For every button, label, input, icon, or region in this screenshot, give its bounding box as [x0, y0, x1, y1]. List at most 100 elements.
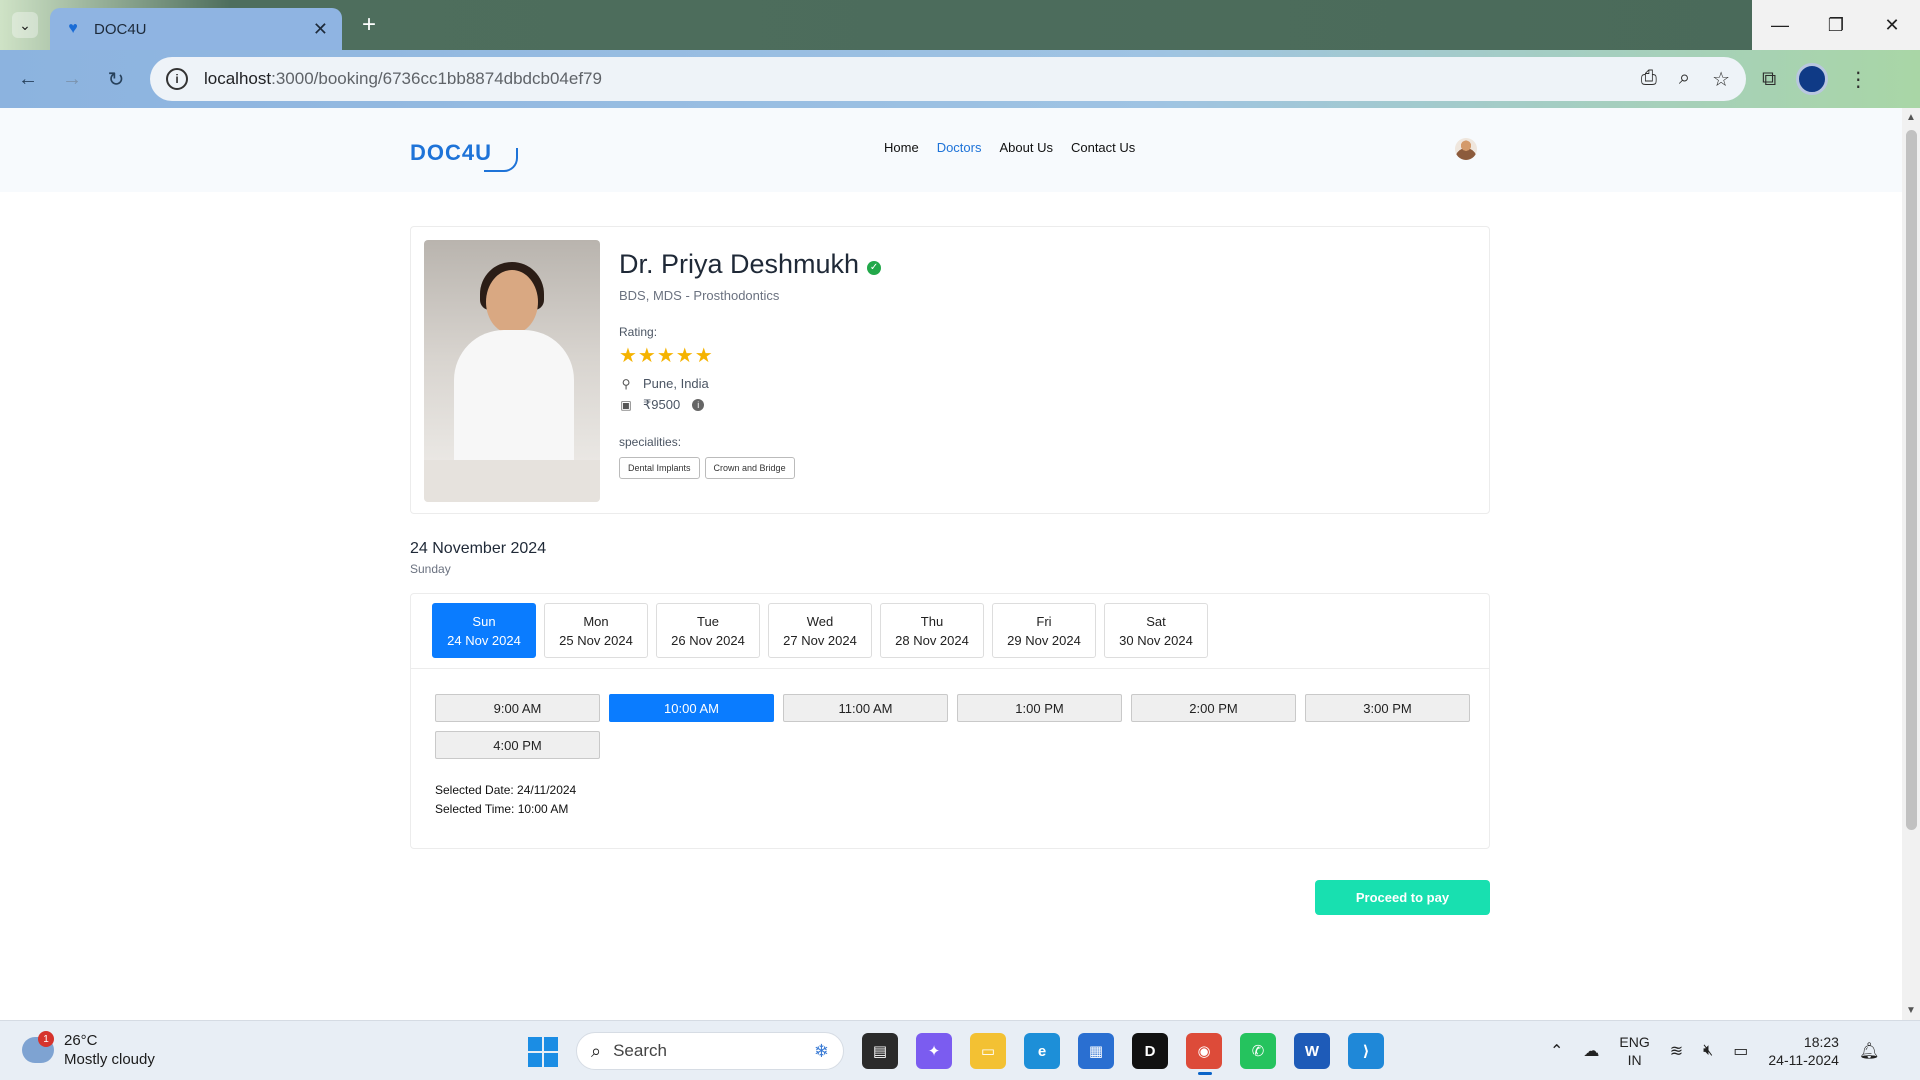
- store-icon[interactable]: ▦: [1078, 1033, 1114, 1069]
- selected-date-heading: 24 November 2024: [410, 540, 547, 557]
- day-option[interactable]: Tue 26 Nov 2024: [656, 603, 760, 658]
- notifications-bell-icon[interactable]: 🔔︎: [1859, 1041, 1879, 1061]
- day-name: Mon: [583, 613, 609, 629]
- dell-icon[interactable]: D: [1132, 1033, 1168, 1069]
- search-icon: ⌕: [591, 1040, 602, 1061]
- nav-link-about[interactable]: About Us: [999, 140, 1052, 155]
- browser-tab[interactable]: ♥ DOC4U ✕: [50, 8, 342, 50]
- bookmark-star-icon[interactable]: ☆: [1712, 67, 1730, 92]
- time-slot-button[interactable]: 9:00 AM: [435, 694, 600, 722]
- profile-avatar[interactable]: [1796, 63, 1829, 95]
- day-name: Sun: [472, 613, 496, 629]
- speciality-chip: Crown and Bridge: [704, 457, 795, 479]
- chrome-icon[interactable]: ◉: [1186, 1033, 1222, 1075]
- site-navbar: DOC4U Home Doctors About Us Contact Us: [0, 108, 1902, 192]
- language-indicator[interactable]: ENG IN: [1619, 1033, 1649, 1069]
- doc4u-logo[interactable]: DOC4U: [410, 134, 519, 172]
- scroll-down-icon[interactable]: ▼: [1906, 1005, 1916, 1016]
- selected-date-text: Selected Date: 24/11/2024: [435, 783, 577, 797]
- nav-link-contact[interactable]: Contact Us: [1071, 140, 1135, 155]
- back-arrow-icon[interactable]: ←: [14, 65, 42, 93]
- windows-taskbar: 1 26°C Mostly cloudy ⌕ Search ❄ ▤ ✦ ▭ e …: [0, 1020, 1920, 1080]
- time-slot-button[interactable]: 4:00 PM: [435, 731, 600, 759]
- more-menu-icon[interactable]: ⋮: [1848, 67, 1868, 92]
- verified-check-icon: ✓: [867, 260, 882, 275]
- proceed-to-pay-button[interactable]: Proceed to pay: [1315, 880, 1490, 915]
- browser-tab-strip: ⌄ ♥ DOC4U ✕ + — ❐ ✕: [0, 0, 1920, 50]
- tab-close-icon[interactable]: ✕: [313, 19, 328, 40]
- day-option[interactable]: Fri 29 Nov 2024: [992, 603, 1096, 658]
- chevron-up-icon[interactable]: ⌃: [1550, 1041, 1563, 1061]
- clock-time: 18:23: [1803, 1034, 1839, 1050]
- rating-label: Rating:: [619, 325, 658, 339]
- onedrive-cloud-icon[interactable]: ☁: [1583, 1041, 1599, 1061]
- day-selector: Sun 24 Nov 2024 Mon 25 Nov 2024 Tue 26 Nov 20…: [432, 603, 1208, 658]
- nav-link-home[interactable]: Home: [884, 140, 919, 155]
- wifi-icon[interactable]: ≋: [1670, 1041, 1683, 1061]
- rating-stars: ★★★★★: [619, 345, 714, 367]
- doctor-name: Dr. Priya Deshmukh: [619, 249, 860, 279]
- fee-row: ▣ ₹9500 i: [619, 397, 881, 413]
- weather-desc: Mostly cloudy: [64, 1051, 155, 1068]
- url-host: localhost: [204, 69, 272, 88]
- task-view-icon[interactable]: ▤: [862, 1033, 898, 1069]
- taskbar-search[interactable]: ⌕ Search ❄: [576, 1032, 844, 1070]
- page-scrollbar[interactable]: ▲ ▼: [1902, 108, 1920, 1020]
- copilot-icon[interactable]: ✦: [916, 1033, 952, 1069]
- time-slot-button[interactable]: 10:00 AM: [609, 694, 774, 722]
- extensions-puzzle-icon[interactable]: ⧉: [1762, 68, 1776, 91]
- day-date: 27 Nov 2024: [783, 632, 857, 648]
- specialities-label: specialities:: [619, 435, 682, 449]
- search-highlight-icon: ❄: [813, 1040, 829, 1061]
- site-info-icon[interactable]: i: [166, 68, 188, 90]
- nav-link-doctors[interactable]: Doctors: [937, 140, 982, 155]
- day-option[interactable]: Sun 24 Nov 2024: [432, 603, 536, 658]
- fee-info-icon[interactable]: i: [692, 399, 705, 411]
- whatsapp-icon[interactable]: ✆: [1240, 1033, 1276, 1069]
- selection-summary: Selected Date: 24/11/2024 Selected Time:…: [435, 781, 576, 819]
- zoom-icon[interactable]: ⌕: [1679, 67, 1690, 92]
- reload-icon[interactable]: ↻: [102, 65, 130, 93]
- user-avatar[interactable]: [1455, 138, 1477, 160]
- speciality-chip: Dental Implants: [619, 457, 700, 479]
- address-bar[interactable]: i localhost:3000/booking/6736cc1bb8874db…: [150, 57, 1746, 101]
- day-option[interactable]: Sat 30 Nov 2024: [1104, 603, 1208, 658]
- volume-muted-icon[interactable]: 🔇︎: [1703, 1042, 1713, 1060]
- day-date: 24 Nov 2024: [447, 632, 521, 648]
- day-option[interactable]: Wed 27 Nov 2024: [768, 603, 872, 658]
- forward-arrow-icon[interactable]: →: [58, 65, 86, 93]
- notification-badge: 1: [38, 1031, 54, 1047]
- edge-icon[interactable]: e: [1024, 1033, 1060, 1069]
- weather-widget[interactable]: 1 26°C Mostly cloudy: [22, 1031, 155, 1069]
- time-slot-button[interactable]: 11:00 AM: [783, 694, 948, 722]
- page-viewport: DOC4U Home Doctors About Us Contact Us D…: [0, 108, 1902, 984]
- map-pin-icon: ⚲: [621, 376, 631, 391]
- new-tab-button[interactable]: +: [354, 10, 384, 40]
- tab-search-icon[interactable]: ⌄: [12, 12, 38, 38]
- minimize-button[interactable]: —: [1752, 0, 1808, 50]
- close-window-button[interactable]: ✕: [1864, 0, 1920, 50]
- booking-panel: Sun 24 Nov 2024 Mon 25 Nov 2024 Tue 26 Nov 20…: [410, 593, 1490, 849]
- vscode-icon[interactable]: ⟩: [1348, 1033, 1384, 1069]
- day-option[interactable]: Mon 25 Nov 2024: [544, 603, 648, 658]
- install-app-icon[interactable]: ⎙: [1641, 67, 1657, 92]
- word-icon[interactable]: W: [1294, 1033, 1330, 1069]
- selected-time-text: Selected Time: 10:00 AM: [435, 802, 569, 816]
- url-text[interactable]: localhost:3000/booking/6736cc1bb8874dbdc…: [204, 69, 1641, 89]
- scrollbar-thumb[interactable]: [1906, 130, 1917, 830]
- windows-start-icon[interactable]: [528, 1037, 558, 1067]
- battery-icon[interactable]: ▭: [1733, 1041, 1748, 1061]
- time-slot-button[interactable]: 3:00 PM: [1305, 694, 1470, 722]
- time-slot-button[interactable]: 1:00 PM: [957, 694, 1122, 722]
- file-explorer-icon[interactable]: ▭: [970, 1033, 1006, 1069]
- day-date: 29 Nov 2024: [1007, 632, 1081, 648]
- day-name: Wed: [806, 613, 834, 629]
- cloud-icon: 1: [22, 1031, 54, 1063]
- restore-button[interactable]: ❐: [1808, 0, 1864, 50]
- day-option[interactable]: Thu 28 Nov 2024: [880, 603, 984, 658]
- time-slot-button[interactable]: 2:00 PM: [1131, 694, 1296, 722]
- doctor-card: Dr. Priya Deshmukh ✓ BDS, MDS - Prosthod…: [410, 226, 1490, 514]
- lang-line1: ENG: [1619, 1034, 1650, 1050]
- clock[interactable]: 18:23 24-11-2024: [1768, 1033, 1839, 1069]
- scroll-up-icon[interactable]: ▲: [1906, 112, 1916, 123]
